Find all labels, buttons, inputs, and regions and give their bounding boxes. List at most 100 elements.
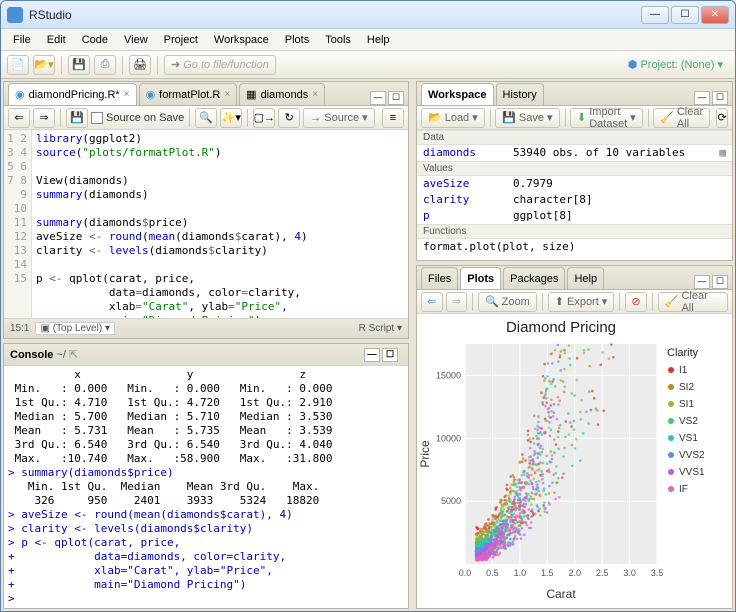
pane-min-icon[interactable]: —	[370, 91, 386, 105]
pane-max-icon[interactable]: ☐	[388, 91, 404, 105]
project-selector[interactable]: ⬢ Project: (None) ▾	[622, 58, 729, 71]
refresh-button[interactable]: ⟳	[716, 108, 728, 128]
pane-min-icon[interactable]: —	[694, 275, 710, 289]
code-body[interactable]: library(ggplot2) source("plots/formatPlo…	[32, 130, 408, 318]
clear-plots-button[interactable]: 🧹Clear All	[658, 292, 728, 312]
tab-files[interactable]: Files	[421, 267, 458, 289]
maximize-button[interactable]: ☐	[671, 6, 699, 24]
tab-plots[interactable]: Plots	[460, 267, 501, 289]
pane-min-icon[interactable]: —	[364, 348, 380, 362]
save-ws-button[interactable]: 💾Save▾	[495, 108, 559, 128]
source-on-save-checkbox[interactable]	[91, 112, 103, 124]
tab-label: formatPlot.R	[159, 89, 220, 101]
load-button[interactable]: 📂Load▾	[421, 108, 485, 128]
outline-button[interactable]: ≡	[382, 108, 404, 128]
main-toolbar: 📄 📂▾ 💾 ⎙ 🖨 ➜ Go to file/function ⬢ Proje…	[1, 51, 735, 79]
menu-project[interactable]: Project	[158, 32, 204, 48]
workspace-toolbar: 📂Load▾ 💾Save▾ ⬇Import Dataset▾ 🧹Clear Al…	[417, 106, 732, 130]
svg-text:SI1: SI1	[679, 399, 694, 410]
ws-row[interactable]: diamonds 53940 obs. of 10 variables ▦	[417, 145, 732, 161]
save-source-button[interactable]: 💾	[66, 108, 88, 128]
tab-help[interactable]: Help	[567, 267, 604, 289]
titlebar[interactable]: RStudio — ☐ ✕	[1, 1, 735, 29]
wand-button[interactable]: ✨▾	[220, 108, 242, 128]
forward-button[interactable]: ⇒	[33, 108, 55, 128]
pane-max-icon[interactable]: ☐	[382, 348, 398, 362]
pane-max-icon[interactable]: ☐	[712, 275, 728, 289]
window-title: RStudio	[29, 8, 639, 22]
cursor-position: 15:1	[10, 323, 29, 334]
svg-text:I1: I1	[679, 365, 688, 376]
export-button[interactable]: ⬆Export▾	[548, 292, 615, 312]
goto-icon: ➜	[171, 58, 180, 71]
menu-code[interactable]: Code	[76, 32, 114, 48]
workspace-tabs: Workspace History — ☐	[417, 82, 732, 106]
close-tab-icon[interactable]: ×	[224, 89, 230, 100]
find-button[interactable]: 🔍	[195, 108, 217, 128]
menu-edit[interactable]: Edit	[41, 32, 72, 48]
tab-formatplot[interactable]: ◉ formatPlot.R ×	[139, 83, 238, 105]
plot-prev-button[interactable]: ⇐	[421, 292, 443, 312]
svg-text:Diamond Pricing: Diamond Pricing	[506, 319, 616, 336]
console-output[interactable]: x y z Min. : 0.000 Min. : 0.000 Min. : 0…	[4, 366, 408, 608]
menu-tools[interactable]: Tools	[319, 32, 357, 48]
ws-row[interactable]: pggplot[8]	[417, 208, 732, 224]
scope-indicator[interactable]: ▣ (Top Level) ▾	[35, 322, 115, 335]
svg-text:15000: 15000	[436, 370, 461, 380]
filetype-selector[interactable]: R Script ▾	[359, 323, 402, 334]
goto-file-input[interactable]: ➜ Go to file/function	[164, 55, 276, 75]
open-file-button[interactable]: 📂▾	[33, 55, 55, 75]
view-table-icon[interactable]: ▦	[719, 145, 726, 161]
ws-row[interactable]: claritycharacter[8]	[417, 192, 732, 208]
console-wd-popup-icon[interactable]: ⇱	[69, 348, 78, 361]
plots-tabs: Files Plots Packages Help — ☐	[417, 266, 732, 290]
ws-row[interactable]: aveSize0.7979	[417, 176, 732, 192]
rerun-button[interactable]: ↻	[278, 108, 300, 128]
svg-text:VS2: VS2	[679, 416, 698, 427]
menu-workspace[interactable]: Workspace	[208, 32, 275, 48]
clear-all-button[interactable]: 🧹Clear All	[653, 108, 710, 128]
minimize-button[interactable]: —	[641, 6, 669, 24]
save-button[interactable]: 💾	[68, 55, 90, 75]
close-button[interactable]: ✕	[701, 6, 729, 24]
menu-file[interactable]: File	[7, 32, 37, 48]
save-all-button[interactable]: ⎙	[94, 55, 116, 75]
new-file-button[interactable]: 📄	[7, 55, 29, 75]
back-button[interactable]: ⇐	[8, 108, 30, 128]
menubar: File Edit Code View Project Workspace Pl…	[1, 29, 735, 51]
source-icon: →	[310, 112, 321, 124]
source-button[interactable]: → Source ▾	[303, 108, 374, 128]
source-on-save-label: Source on Save	[106, 112, 184, 124]
import-dataset-button[interactable]: ⬇Import Dataset▾	[570, 108, 643, 128]
svg-text:Clarity: Clarity	[667, 347, 699, 359]
goto-placeholder: Go to file/function	[183, 59, 269, 71]
close-tab-icon[interactable]: ×	[312, 89, 318, 100]
close-tab-icon[interactable]: ×	[124, 89, 130, 100]
svg-text:VVS2: VVS2	[679, 450, 705, 461]
menu-view[interactable]: View	[118, 32, 154, 48]
tab-history[interactable]: History	[496, 83, 544, 105]
tab-diamondpricing[interactable]: ◉ diamondPricing.R* ×	[8, 83, 137, 105]
run-line-button[interactable]: ▢→	[253, 108, 275, 128]
code-editor[interactable]: 1 2 3 4 5 6 7 8 9 10 11 12 13 14 15 libr…	[4, 130, 408, 318]
ws-section-functions: Functions	[417, 224, 732, 239]
svg-text:0.5: 0.5	[486, 568, 499, 578]
menu-plots[interactable]: Plots	[279, 32, 315, 48]
print-button[interactable]: 🖨	[129, 55, 151, 75]
svg-text:1.0: 1.0	[514, 568, 527, 578]
svg-text:IF: IF	[679, 484, 688, 495]
tab-workspace[interactable]: Workspace	[421, 83, 494, 105]
svg-text:2.0: 2.0	[568, 568, 581, 578]
remove-plot-button[interactable]: ⊘	[625, 292, 647, 312]
pane-max-icon[interactable]: ☐	[712, 91, 728, 105]
tab-diamonds[interactable]: ▦ diamonds ×	[239, 83, 325, 105]
pane-min-icon[interactable]: —	[694, 91, 710, 105]
menu-help[interactable]: Help	[361, 32, 396, 48]
main-area: ◉ diamondPricing.R* × ◉ formatPlot.R × ▦…	[1, 79, 735, 611]
tab-packages[interactable]: Packages	[503, 267, 565, 289]
zoom-button[interactable]: 🔍Zoom	[478, 292, 537, 312]
tab-label: diamonds	[261, 89, 309, 101]
ws-row[interactable]: format.plot(plot, size)	[417, 239, 732, 255]
tab-label: diamondPricing.R*	[29, 89, 120, 101]
plot-next-button[interactable]: ⇒	[446, 292, 468, 312]
